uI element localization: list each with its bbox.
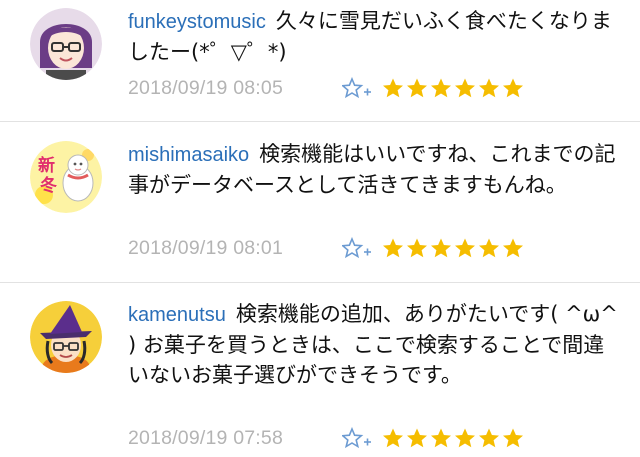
- star-icon: [455, 428, 475, 448]
- comment-meta: 2018/09/19 07:58: [128, 424, 524, 452]
- star-list: [382, 427, 524, 449]
- username-link[interactable]: funkeystomusic: [128, 11, 266, 33]
- avatar[interactable]: [30, 8, 102, 80]
- add-star-icon: [342, 237, 371, 259]
- add-star-button[interactable]: [342, 237, 372, 259]
- star-icon: [503, 238, 523, 258]
- star-icon: [455, 78, 475, 98]
- timestamp: 2018/09/19 08:01: [128, 236, 284, 259]
- star-icon: [383, 428, 403, 448]
- star-icon: [407, 78, 427, 98]
- avatar-text-2: 冬: [40, 175, 57, 196]
- star-icon: [431, 238, 451, 258]
- comment-meta: 2018/09/19 08:05: [128, 74, 524, 102]
- star-icon: [503, 428, 523, 448]
- star-icon: [431, 78, 451, 98]
- star-icon: [383, 238, 403, 258]
- comment-body: funkeystomusic 久々に雪見だいふく食べたくなりましたー(*゜▽゜*): [128, 6, 618, 67]
- star-icon: [407, 238, 427, 258]
- star-icon: [503, 78, 523, 98]
- star-icon: [479, 238, 499, 258]
- divider: [0, 282, 640, 283]
- username-link[interactable]: kamenutsu: [128, 304, 226, 326]
- comment-body: mishimasaiko 検索機能はいいですね、これまでの記事がデータベースとして…: [128, 139, 618, 200]
- add-star-button[interactable]: [342, 77, 372, 99]
- timestamp: 2018/09/19 07:58: [128, 426, 284, 449]
- star-list: [382, 237, 524, 259]
- avatar-snowman-icon: 新 冬: [30, 141, 102, 213]
- comment-meta: 2018/09/19 08:01: [128, 234, 524, 262]
- comment-body: kamenutsu 検索機能の追加、ありがたいです( ^ω^ ) お菓子を買うとき…: [128, 299, 618, 390]
- username-link[interactable]: mishimasaiko: [128, 144, 249, 166]
- star-icon: [479, 428, 499, 448]
- avatar-person-glasses-icon: [30, 8, 102, 80]
- avatar-witch-hat-icon: [30, 301, 102, 373]
- star-icon: [383, 78, 403, 98]
- star-list: [382, 77, 524, 99]
- avatar[interactable]: 新 冬: [30, 141, 102, 213]
- avatar-text-1: 新: [38, 155, 55, 176]
- timestamp: 2018/09/19 08:05: [128, 76, 284, 99]
- add-star-icon: [342, 427, 371, 449]
- avatar[interactable]: [30, 301, 102, 373]
- star-icon: [431, 428, 451, 448]
- divider: [0, 121, 640, 122]
- add-star-icon: [342, 77, 371, 99]
- add-star-button[interactable]: [342, 427, 372, 449]
- star-icon: [455, 238, 475, 258]
- star-icon: [479, 78, 499, 98]
- star-icon: [407, 428, 427, 448]
